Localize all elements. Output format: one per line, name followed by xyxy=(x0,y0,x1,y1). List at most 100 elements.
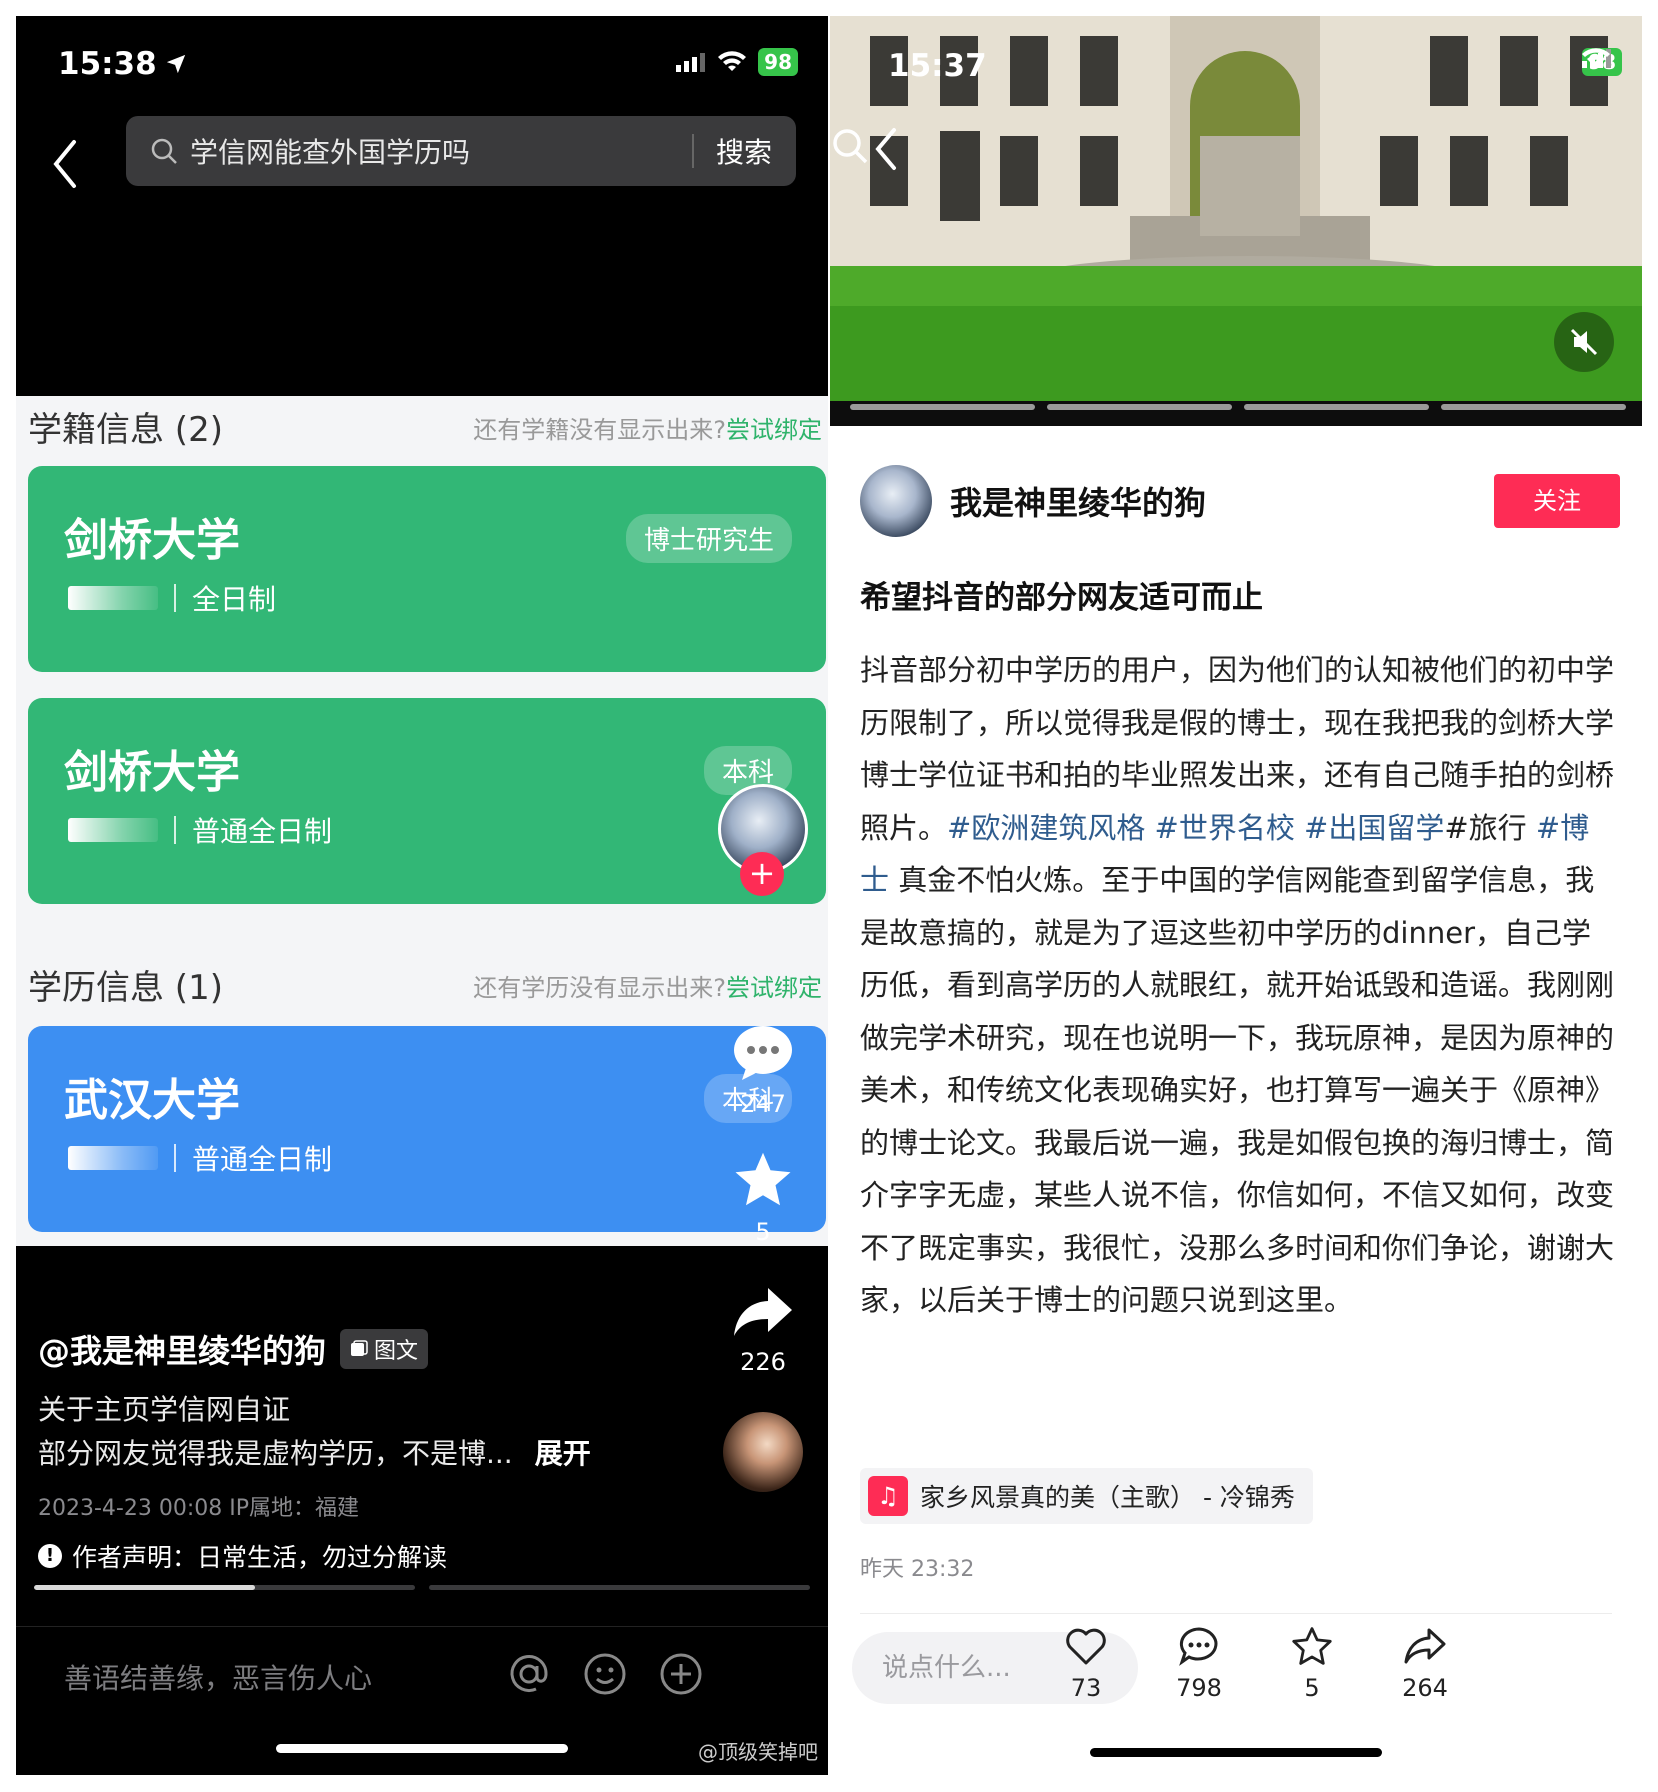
xueji-section-title: 学籍信息 (2) xyxy=(28,410,223,450)
favorite-action[interactable]: 5 xyxy=(1272,1626,1352,1702)
post-info: @我是神里绫华的狗 图文 关于主页学信网自证 部分网友觉得我是虚构学历，不是博.… xyxy=(38,1326,678,1574)
share-arrow-icon[interactable] xyxy=(732,1286,794,1338)
status-bar: 15:38 98 xyxy=(16,16,828,116)
share-action[interactable]: 226 xyxy=(718,1286,808,1376)
comment-input-bar[interactable]: 善语结善缘，恶言伤人心 xyxy=(16,1626,828,1716)
add-plus-icon[interactable] xyxy=(658,1651,704,1697)
comment-count: 247 xyxy=(740,1090,786,1118)
author-avatar-button[interactable]: + xyxy=(718,784,808,896)
progress-segment-1 xyxy=(34,1585,415,1590)
search-query-text[interactable]: 学信网能查外国学历吗 xyxy=(190,131,692,171)
post-date: 昨天 23:32 xyxy=(860,1557,975,1582)
share-count: 226 xyxy=(740,1348,786,1376)
side-action-column: + 247 5 226 xyxy=(718,784,808,1492)
declaration-text: 作者声明：日常生活，勿过分解读 xyxy=(72,1543,448,1572)
xueji-card-1[interactable]: 剑桥大学 博士研究生 全日制 xyxy=(28,466,826,672)
xueji-card-2[interactable]: 剑桥大学 本科 普通全日制 xyxy=(28,698,826,904)
expand-button[interactable]: 展开 xyxy=(535,1437,591,1470)
home-indicator xyxy=(1090,1748,1382,1757)
comment-action[interactable]: 247 xyxy=(718,1024,808,1118)
music-chip[interactable]: ♫ 家乡风景真的美（主歌） - 冷锦秀 xyxy=(860,1468,1313,1524)
wifi-icon xyxy=(718,51,747,71)
pager-dot xyxy=(1244,404,1429,410)
xuexin-screenshot: 学籍信息 (2) 还有学籍没有显示出来?尝试绑定 剑桥大学 博士研究生 全日制 … xyxy=(16,396,828,1246)
status-icons: 98 xyxy=(1582,48,1622,76)
emoji-icon[interactable] xyxy=(582,1651,628,1697)
heart-icon[interactable] xyxy=(1065,1626,1107,1666)
sub-divider xyxy=(174,1144,176,1172)
comment-placeholder[interactable]: 善语结善缘，恶言伤人心 xyxy=(64,1657,372,1697)
battery-indicator: 98 xyxy=(758,48,798,76)
xueji-bind-link[interactable]: 尝试绑定 xyxy=(726,416,822,444)
status-icons: 98 xyxy=(676,48,798,76)
share-count: 264 xyxy=(1402,1674,1448,1702)
card-sub: 全日制 xyxy=(68,578,276,618)
share-arrow-icon[interactable] xyxy=(1403,1626,1447,1666)
search-button[interactable]: 搜索 xyxy=(716,131,772,171)
body-text: #旅行 xyxy=(1444,810,1536,845)
favorite-count: 5 xyxy=(755,1218,771,1246)
xueli-section-title: 学历信息 (1) xyxy=(28,968,223,1008)
music-title[interactable]: 家乡风景真的美（主歌） - 冷锦秀 xyxy=(920,1478,1295,1514)
card-mode: 普通全日制 xyxy=(192,815,333,848)
post-line-2-row: 部分网友觉得我是虚构学历，不是博... 展开 xyxy=(38,1432,678,1472)
follow-button[interactable]: 关注 xyxy=(1494,474,1620,528)
post-body: 抖音部分初中学历的用户，因为他们的认知被他们的初中学历限制了，所以觉得我是假的博… xyxy=(860,644,1616,1327)
mute-button[interactable] xyxy=(1554,312,1614,372)
post-type-pill: 图文 xyxy=(340,1329,429,1369)
music-disc[interactable] xyxy=(718,1412,808,1492)
xueli-card-1[interactable]: 武汉大学 本科 普通全日制 xyxy=(28,1026,826,1232)
progress-segment-2 xyxy=(429,1585,810,1590)
xueji-hint-text: 还有学籍没有显示出来? xyxy=(473,416,726,444)
post-type-label: 图文 xyxy=(374,1339,419,1364)
back-chevron-icon[interactable] xyxy=(866,124,906,174)
pager-dot xyxy=(850,404,1035,410)
author-handle[interactable]: @我是神里绫华的狗 xyxy=(38,1326,326,1372)
post-line-2: 部分网友觉得我是虚构学历，不是博... xyxy=(38,1437,513,1470)
card-school: 武汉大学 xyxy=(64,1075,240,1126)
status-time: 15:37 xyxy=(888,48,987,84)
favorite-action[interactable]: 5 xyxy=(718,1150,808,1246)
status-time: 15:38 xyxy=(58,46,187,82)
comment-bubble-icon[interactable] xyxy=(1178,1626,1220,1666)
post-line-1: 关于主页学信网自证 xyxy=(38,1393,291,1426)
star-icon[interactable] xyxy=(1291,1626,1333,1666)
card-mode: 全日制 xyxy=(192,583,277,616)
follow-plus-icon[interactable]: + xyxy=(740,852,784,896)
star-icon[interactable] xyxy=(733,1150,793,1208)
image-text-icon xyxy=(351,1340,368,1356)
wifi-icon xyxy=(1582,48,1611,68)
image-pager xyxy=(850,404,1626,410)
signal-icon xyxy=(676,53,706,72)
progress-fill xyxy=(34,1585,255,1590)
speaker-muted-icon xyxy=(1570,328,1598,356)
card-school: 剑桥大学 xyxy=(64,747,240,798)
right-phone-screen: 15:37 98 我是神里绫华的狗 关注 希望抖音的部分网友适可而止 抖音部分初… xyxy=(830,16,1642,1775)
xueji-hint: 还有学籍没有显示出来?尝试绑定 xyxy=(473,410,822,445)
search-bar[interactable]: 学信网能查外国学历吗 搜索 xyxy=(126,116,796,186)
card-level-badge: 博士研究生 xyxy=(625,514,792,563)
share-action[interactable]: 264 xyxy=(1385,1626,1465,1702)
body-text: 真金不怕火炼。至于中国的学信网能查到留学信息，我是故意搞的，就是为了逗这些初中学… xyxy=(860,863,1615,1317)
back-chevron-icon[interactable] xyxy=(46,134,86,194)
search-icon[interactable] xyxy=(830,126,870,166)
slide-progress xyxy=(34,1585,810,1590)
xueli-hint-text: 还有学历没有显示出来? xyxy=(473,974,726,1002)
comment-action[interactable]: 798 xyxy=(1159,1626,1239,1702)
at-mention-icon[interactable] xyxy=(506,1651,552,1697)
author-name[interactable]: 我是神里绫华的狗 xyxy=(950,478,1494,524)
redacted-blur xyxy=(68,818,158,842)
location-arrow-icon xyxy=(166,54,185,74)
avatar[interactable] xyxy=(860,465,932,537)
search-divider xyxy=(691,134,694,168)
post-title: 希望抖音的部分网友适可而止 xyxy=(860,580,1263,616)
post-photo-header: 15:37 98 xyxy=(830,16,1642,426)
like-action[interactable]: 73 xyxy=(1046,1626,1126,1702)
hashtag-link[interactable]: #欧洲建筑风格 #世界名校 #出国留学 xyxy=(947,811,1444,845)
card-mode: 普通全日制 xyxy=(192,1143,333,1176)
sub-divider xyxy=(174,816,176,844)
favorite-count: 5 xyxy=(1304,1674,1320,1702)
comment-bubble-icon[interactable] xyxy=(732,1024,794,1080)
author-row: 我是神里绫华的狗 关注 xyxy=(860,461,1620,541)
music-disc-icon[interactable] xyxy=(723,1412,803,1492)
